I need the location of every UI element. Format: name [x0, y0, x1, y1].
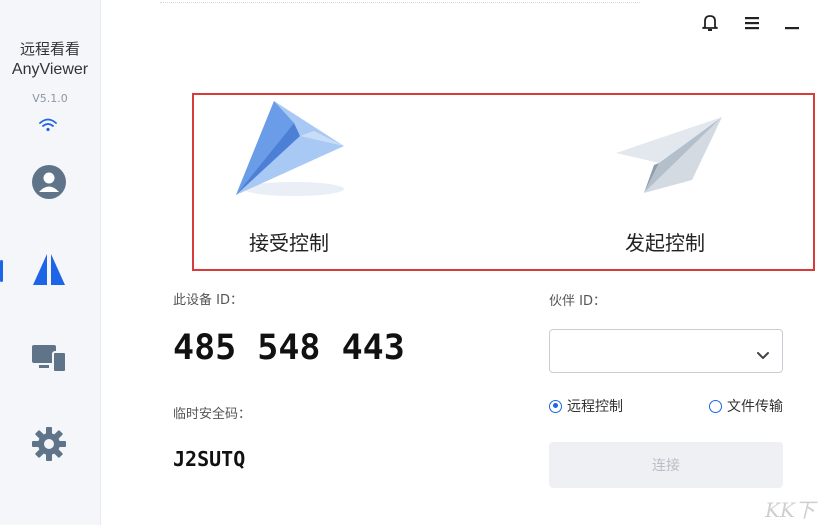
temp-password-value: J2SUTQ — [173, 447, 246, 471]
sidebar: 远程看看 AnyViewer V5.1.0 — [0, 0, 101, 525]
sidebar-item-devices[interactable] — [29, 340, 69, 380]
device-id-value: 485 548 443 — [173, 328, 405, 368]
active-indicator — [0, 260, 3, 282]
sidebar-item-account[interactable] — [29, 164, 69, 204]
file-transfer-radio-label: 文件传输 — [727, 399, 783, 415]
partner-id-field[interactable] — [549, 329, 783, 373]
app-version: V5.1.0 — [32, 92, 68, 105]
menu-icon[interactable] — [741, 12, 763, 34]
chevron-down-icon[interactable] — [756, 346, 770, 365]
device-id-label: 此设备 ID： — [173, 293, 243, 308]
initiate-control-card[interactable]: 发起控制 — [510, 95, 810, 269]
receive-control-label: 接受控制 — [249, 231, 329, 255]
connect-button[interactable]: 连接 — [549, 442, 783, 488]
wifi-icon — [38, 117, 58, 136]
window-top-edge — [160, 0, 640, 3]
anyviewer-logo-icon — [31, 252, 67, 290]
sidebar-item-remote[interactable] — [29, 251, 69, 291]
minimize-icon[interactable] — [781, 12, 803, 34]
file-transfer-radio[interactable]: 文件传输 — [709, 396, 783, 416]
receive-control-card[interactable]: 接受控制 — [196, 95, 496, 269]
initiate-control-label: 发起控制 — [625, 231, 705, 255]
app-name-en: AnyViewer — [11, 61, 89, 78]
devices-icon — [31, 343, 67, 377]
partner-id-input[interactable] — [560, 338, 744, 366]
sidebar-item-settings[interactable] — [29, 426, 69, 466]
gear-icon — [31, 426, 67, 466]
bell-icon[interactable] — [699, 12, 721, 34]
partner-id-label: 伙伴 ID： — [549, 294, 606, 309]
remote-control-radio-label: 远程控制 — [567, 399, 623, 415]
radio-unselected-icon — [709, 399, 722, 413]
radio-selected-icon — [549, 399, 562, 413]
user-icon — [31, 164, 67, 204]
app-name-cn: 远程看看 — [19, 40, 80, 58]
temp-password-label: 临时安全码： — [173, 407, 252, 422]
watermark: KK下 — [765, 498, 815, 522]
remote-control-radio[interactable]: 远程控制 — [549, 396, 623, 416]
